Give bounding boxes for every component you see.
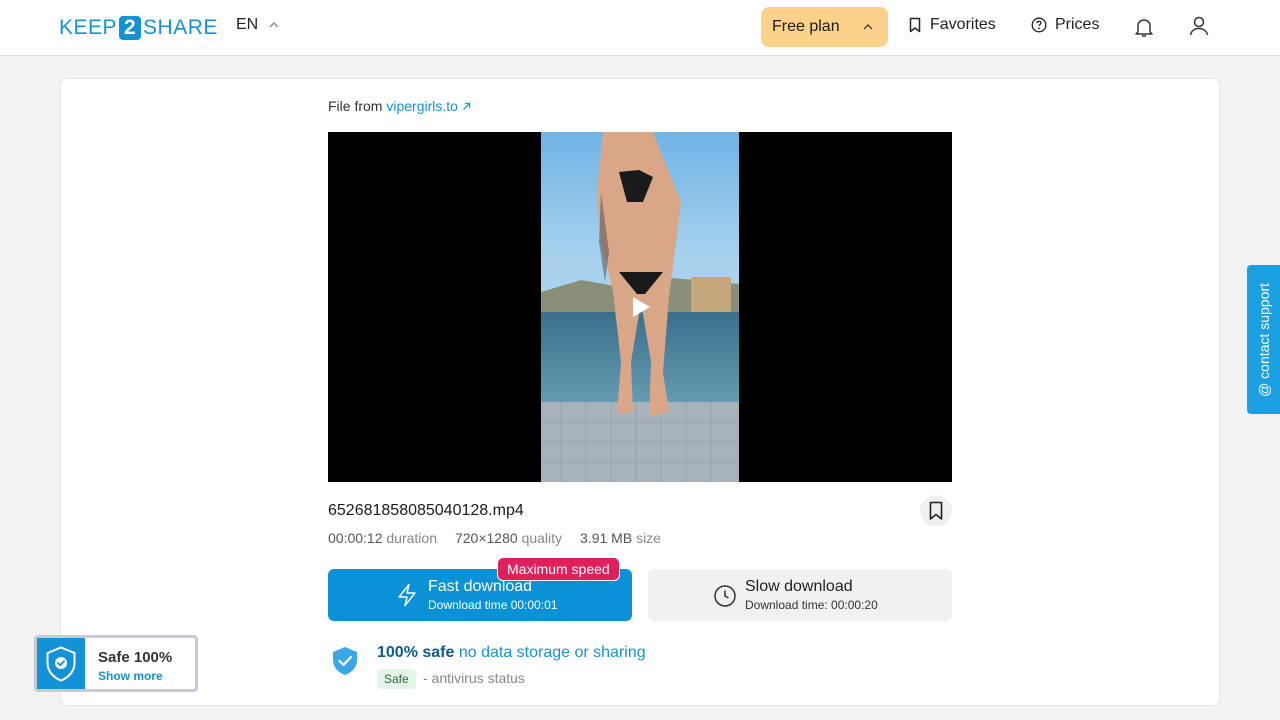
bookmark-icon: [909, 17, 921, 33]
favorites-link[interactable]: Favorites: [908, 16, 996, 34]
meta-duration: 00:00:12 duration: [328, 530, 437, 546]
duration-label: duration: [386, 530, 437, 546]
video-player[interactable]: [328, 132, 952, 482]
safety-bold: 100% safe: [377, 644, 455, 661]
slow-download-time: Download time: 00:00:20: [745, 598, 878, 612]
slow-download-button[interactable]: Slow download Download time: 00:00:20: [648, 569, 952, 621]
prices-label: Prices: [1055, 16, 1100, 33]
language-selector[interactable]: EN: [236, 16, 280, 34]
play-icon[interactable]: [631, 296, 651, 318]
file-metadata: 00:00:12 duration 720×1280 quality 3.91 …: [328, 530, 661, 546]
free-plan-label: Free plan: [772, 18, 840, 35]
external-link-icon: [462, 102, 470, 110]
file-source-prefix: File from: [328, 98, 383, 114]
widget-shield-block: [37, 638, 85, 689]
safe-widget[interactable]: Safe 100% Show more: [34, 635, 198, 692]
free-plan-button[interactable]: Free plan: [761, 7, 888, 47]
quality-label: quality: [521, 530, 563, 546]
contact-support-tab[interactable]: @ contact support: [1247, 265, 1280, 414]
keep2share-logo[interactable]: KEEP 2 SHARE: [59, 15, 218, 41]
shield-check-icon: [333, 647, 357, 675]
duration-value: 00:00:12: [328, 530, 383, 546]
language-label: EN: [236, 16, 259, 33]
safety-rest: no data storage or sharing: [458, 644, 646, 661]
file-source: File from vipergirls.to: [328, 98, 471, 114]
bookmark-icon: [929, 501, 943, 520]
clock-icon: [714, 585, 736, 607]
logo-text-share: SHARE: [143, 16, 218, 39]
size-value: 3.91 MB: [580, 530, 633, 546]
antivirus-status: - antivirus status: [423, 670, 525, 686]
favorites-label: Favorites: [930, 16, 996, 33]
lightning-icon: [398, 583, 416, 607]
meta-quality: 720×1280 quality: [455, 530, 562, 546]
file-source-link-text: vipergirls.to: [386, 98, 458, 114]
safety-statement: 100% safe no data storage or sharing: [377, 644, 646, 662]
contact-support-label: @ contact support: [1255, 282, 1272, 397]
quality-value: 720×1280: [454, 530, 518, 546]
add-to-favorites-button[interactable]: [920, 495, 952, 527]
logo-text-2: 2: [119, 16, 142, 40]
file-source-link[interactable]: vipergirls.to: [386, 98, 470, 114]
show-more-link[interactable]: Show more: [98, 669, 163, 683]
widget-title: Safe 100%: [98, 649, 173, 666]
safe-badge: Safe: [377, 669, 416, 689]
size-label: size: [636, 530, 661, 546]
fast-download-time: Download time 00:00:01: [428, 598, 558, 612]
help-circle-icon: [1031, 17, 1047, 33]
chevron-up-icon: [863, 24, 873, 30]
chevron-up-icon: [269, 22, 279, 28]
top-header: KEEP 2 SHARE EN Free plan Favorites Pric…: [0, 0, 1280, 56]
slow-download-label: Slow download: [745, 578, 853, 595]
file-name: 652681858085040128.mp4: [328, 502, 524, 519]
user-icon[interactable]: [1187, 14, 1211, 38]
prices-link[interactable]: Prices: [1031, 16, 1099, 34]
shield-check-icon: [46, 645, 76, 682]
meta-size: 3.91 MB size: [580, 530, 661, 546]
maximum-speed-badge: Maximum speed: [497, 557, 620, 581]
bell-icon[interactable]: [1132, 15, 1156, 39]
logo-text-keep: KEEP: [59, 16, 118, 39]
